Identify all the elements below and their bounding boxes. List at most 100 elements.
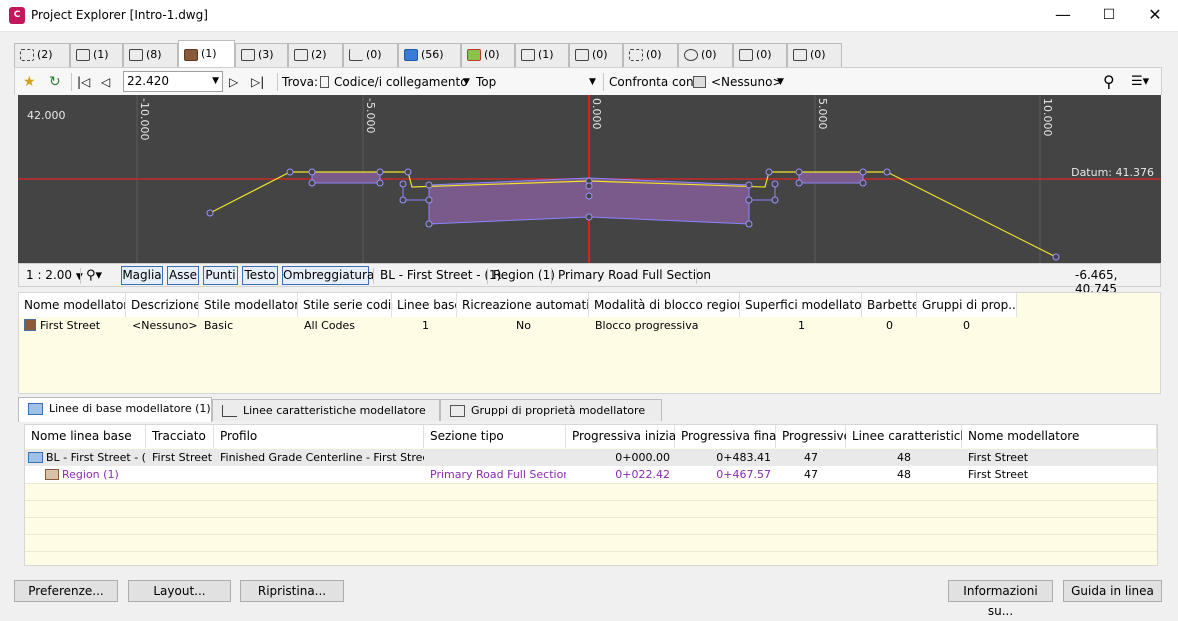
tab-map[interactable]: (0)	[461, 43, 515, 67]
code-point[interactable]	[1052, 253, 1060, 261]
code-point[interactable]	[771, 196, 779, 204]
assembly-cell[interactable]: Primary Road Full Section	[430, 466, 566, 483]
table-row[interactable]: Region (1) Primary Road Full Section 0+0…	[25, 466, 1157, 483]
toggle-axis-button[interactable]: Asse	[167, 266, 199, 285]
tab-pipe-networks[interactable]: (56)	[398, 43, 461, 67]
tab-feature-lines[interactable]: Linee caratteristiche modellatore (48)	[212, 399, 440, 439]
compare-select[interactable]: <Nessuno> ▼	[693, 72, 789, 92]
column-header[interactable]: Tracciato	[146, 425, 214, 448]
code-point[interactable]	[404, 168, 412, 176]
station-select[interactable]: 22.420 ▼	[123, 71, 223, 92]
new-item-icon[interactable]: ★	[23, 72, 36, 92]
tab-section-views[interactable]: (0)	[569, 43, 623, 67]
code-point[interactable]	[883, 168, 891, 176]
code-point[interactable]	[206, 209, 214, 217]
toggle-points-button[interactable]: Punti	[203, 266, 238, 285]
alignment-cell[interactable]: First Street	[152, 449, 214, 466]
tab-alignments[interactable]: (2)	[14, 43, 70, 67]
column-header[interactable]: Descrizione	[126, 293, 199, 317]
online-help-button[interactable]: Guida in linea	[1063, 580, 1162, 602]
tab-profiles[interactable]: (8)	[123, 43, 178, 67]
column-header[interactable]: Modalità di blocco regione	[589, 293, 740, 317]
frequency-cell[interactable]: 47	[776, 449, 846, 466]
column-header[interactable]: Linee base	[392, 293, 457, 317]
baseline-name-cell[interactable]: BL - First Street - (1)	[46, 449, 146, 466]
alignment-cell[interactable]	[152, 466, 214, 483]
tab-assemblies[interactable]: (3)	[235, 43, 288, 67]
layout-button[interactable]: Layout...	[128, 580, 231, 602]
close-button[interactable]: ✕	[1132, 0, 1178, 32]
code-point[interactable]	[308, 168, 316, 176]
column-header[interactable]: Progressiva iniziale	[566, 425, 687, 448]
minimize-button[interactable]: —	[1040, 0, 1086, 32]
code-point[interactable]	[795, 168, 803, 176]
column-header[interactable]: Stile modellatore	[199, 293, 298, 317]
code-point[interactable]	[585, 192, 593, 200]
toggle-shading-button[interactable]: Ombreggiatura	[282, 266, 374, 285]
code-point[interactable]	[795, 179, 803, 187]
column-header[interactable]: Nome modellatore	[962, 425, 1157, 448]
style-cell[interactable]: Basic	[204, 317, 233, 334]
tab-feature-lines[interactable]: (0)	[343, 43, 398, 67]
last-station-icon[interactable]: ▷|	[251, 72, 264, 92]
column-header[interactable]: Sezione tipo	[424, 425, 566, 448]
tab-baselines[interactable]: Linee di base modellatore (1)	[18, 397, 212, 422]
description-cell[interactable]: <Nessuno>	[132, 317, 198, 334]
code-point[interactable]	[585, 182, 593, 190]
auto-rebuild-cell[interactable]: No	[516, 317, 531, 334]
corridor-name-cell[interactable]: First Street	[40, 317, 100, 334]
column-header[interactable]: Linee caratteristiche	[846, 425, 975, 448]
code-point[interactable]	[745, 196, 753, 204]
tab-sections[interactable]: (0)	[623, 43, 678, 67]
about-button[interactable]: Informazioni su...	[948, 580, 1053, 618]
zoom-menu-icon[interactable]: ⚲▾	[86, 268, 102, 283]
preferences-button[interactable]: Preferenze...	[14, 580, 118, 602]
code-point[interactable]	[771, 180, 779, 188]
zoom-search-icon[interactable]: ⚲	[1103, 72, 1115, 92]
maximize-button[interactable]: ☐	[1086, 0, 1132, 32]
code-point[interactable]	[425, 181, 433, 189]
end-station-cell[interactable]: 0+483.41	[675, 449, 771, 466]
assembly-cell[interactable]	[430, 449, 566, 466]
start-station-cell[interactable]: 0+022.42	[566, 466, 670, 483]
table-row[interactable]: BL - First Street - (1) First Street Fin…	[25, 449, 1157, 466]
frequency-cell[interactable]: 47	[776, 466, 846, 483]
column-header[interactable]: Progressiva finale	[675, 425, 787, 448]
find-code-select[interactable]: Codice/i collegamento ▼	[320, 72, 470, 92]
column-header[interactable]: Gruppi di prop...	[917, 293, 1017, 317]
code-point[interactable]	[308, 179, 316, 187]
tab-property-sets[interactable]: Gruppi di proprietà modellatore (0)	[440, 399, 662, 439]
code-point[interactable]	[859, 179, 867, 187]
previous-station-icon[interactable]: ◁	[101, 72, 110, 92]
column-header[interactable]: Nome modellatore	[19, 293, 126, 317]
tab-parcels[interactable]: (0)	[678, 43, 733, 67]
column-header[interactable]: Profilo	[214, 425, 424, 448]
toggle-text-button[interactable]: Testo	[242, 266, 278, 285]
region-lock-cell[interactable]: Blocco progressiva	[595, 317, 698, 334]
code-point[interactable]	[376, 168, 384, 176]
tab-surfaces[interactable]: (2)	[288, 43, 343, 67]
reset-button[interactable]: Ripristina...	[240, 580, 344, 602]
code-point[interactable]	[425, 220, 433, 228]
code-point[interactable]	[859, 168, 867, 176]
code-point[interactable]	[765, 168, 773, 176]
code-point[interactable]	[745, 181, 753, 189]
tab-tables[interactable]: (0)	[733, 43, 787, 67]
code-point[interactable]	[745, 220, 753, 228]
profile-cell[interactable]: Finished Grade Centerline - First Street	[220, 449, 424, 466]
code-point[interactable]	[399, 180, 407, 188]
column-header[interactable]: Superfici modellatore	[740, 293, 862, 317]
code-point[interactable]	[399, 196, 407, 204]
find-top-select[interactable]: Top ▼	[476, 72, 600, 92]
region-name-cell[interactable]: Region (1)	[62, 466, 146, 483]
code-point[interactable]	[425, 196, 433, 204]
view-options-icon[interactable]: ☰▾	[1131, 72, 1149, 92]
next-station-icon[interactable]: ▷	[229, 72, 238, 92]
column-header[interactable]: Progressive	[776, 425, 851, 448]
code-point[interactable]	[585, 213, 593, 221]
tab-sample-lines[interactable]: (1)	[515, 43, 569, 67]
code-point[interactable]	[286, 168, 294, 176]
column-header[interactable]: Barbette	[862, 293, 917, 317]
column-header[interactable]: Nome linea base	[25, 425, 146, 448]
tab-profile-views[interactable]: (1)	[70, 43, 123, 67]
